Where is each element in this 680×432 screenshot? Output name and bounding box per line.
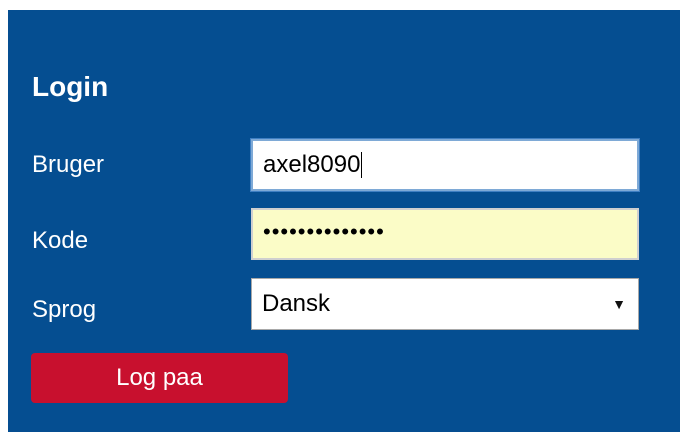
login-title: Login: [32, 71, 109, 102]
password-masked-value: ••••••••••••••: [263, 219, 385, 244]
language-selected-value: Dansk: [262, 290, 331, 317]
user-input-value: axel8090: [263, 151, 361, 178]
password-input[interactable]: ••••••••••••••: [251, 208, 639, 260]
user-input[interactable]: axel8090: [251, 139, 639, 191]
login-button[interactable]: Log paa: [31, 353, 288, 403]
login-panel: Login Bruger axel8090 Kode •••••••••••••…: [8, 10, 680, 432]
text-caret: [361, 152, 363, 178]
password-label: Kode: [32, 227, 89, 254]
dropdown-arrow-icon: ▼: [612, 296, 626, 312]
login-button-label: Log paa: [116, 364, 203, 391]
user-label: Bruger: [32, 151, 105, 178]
language-select[interactable]: Dansk ▼: [251, 278, 639, 330]
language-label: Sprog: [32, 296, 97, 323]
